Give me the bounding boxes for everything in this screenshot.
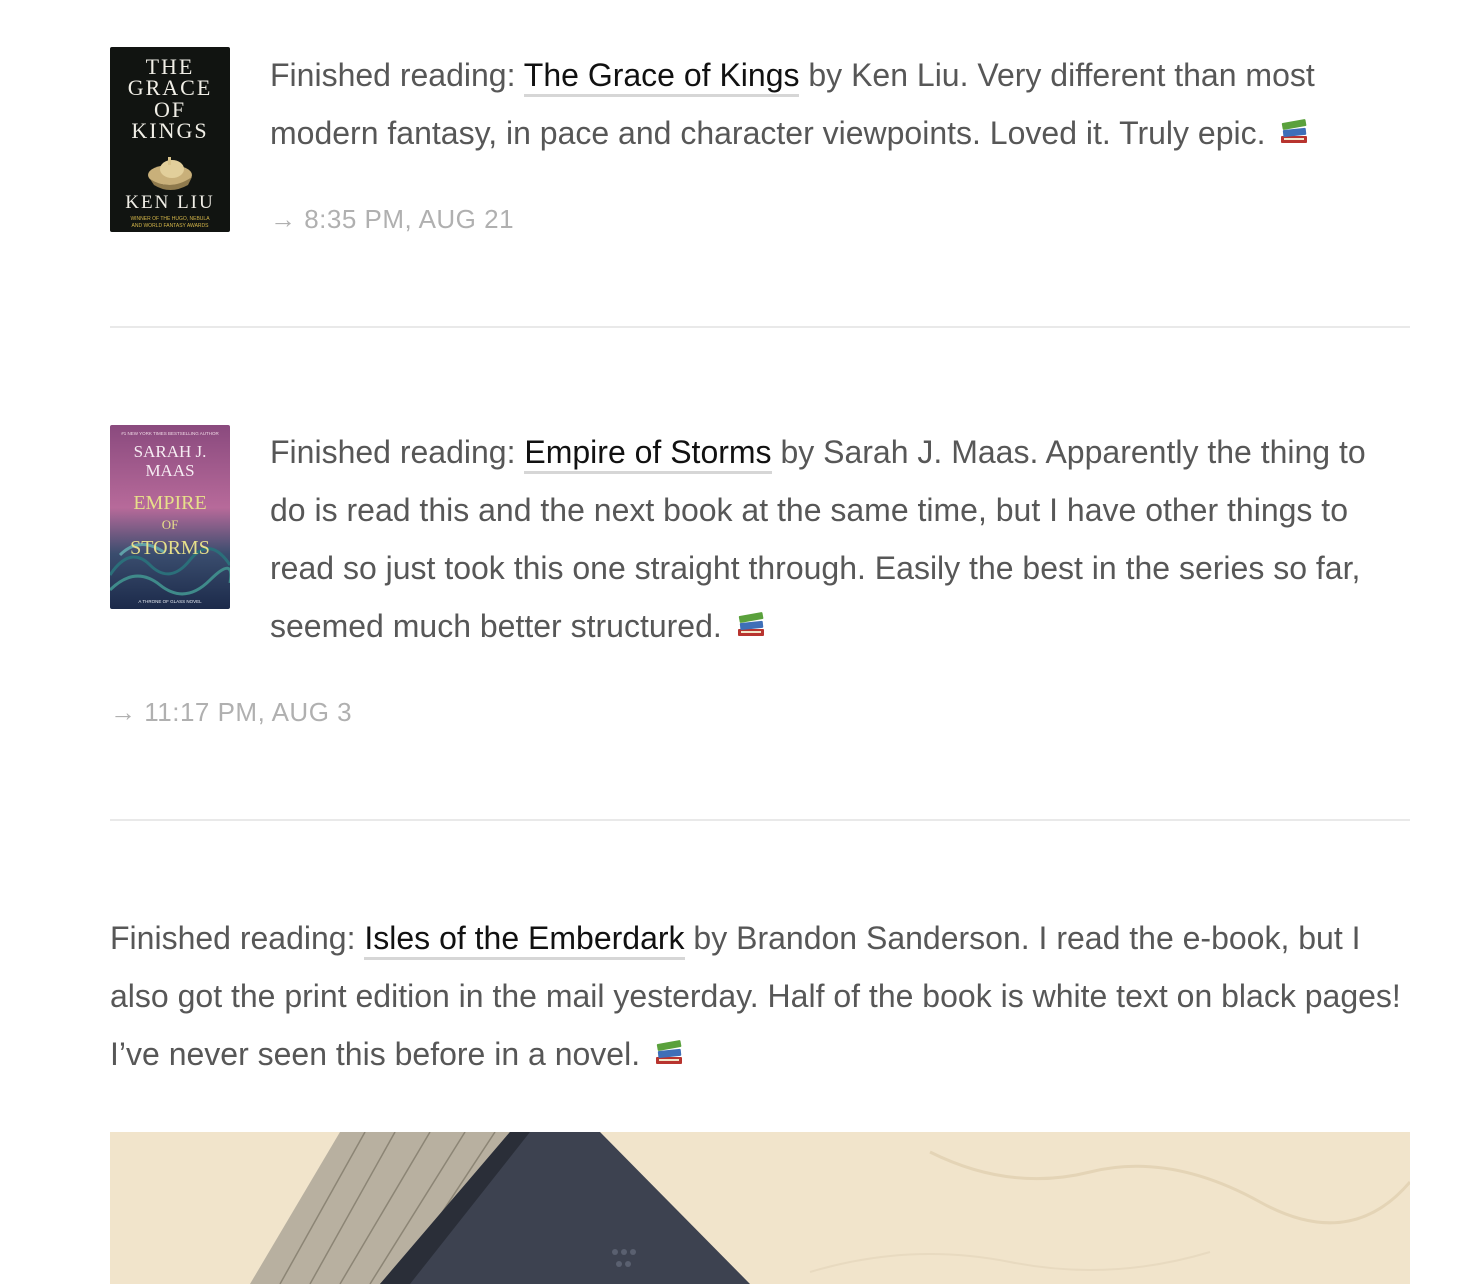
post-text: Finished reading: Isles of the Emberdark…	[110, 909, 1410, 1083]
post-timestamp-link[interactable]: → 8:35 PM, AUG 21	[270, 204, 514, 235]
cover-banner: #1 NEW YORK TIMES BESTSELLING AUTHOR	[121, 431, 219, 436]
post-prefix: Finished reading:	[270, 434, 516, 470]
book-cover-grace-of-kings[interactable]: THE GRACE OF KINGS KEN LIU WINNER OF THE…	[110, 47, 230, 232]
cover-author: KEN LIU	[125, 192, 214, 213]
cover-tagline: WINNER OF THE HUGO, NEBULA	[130, 216, 210, 222]
books-icon	[653, 1027, 685, 1064]
post-empire-of-storms: #1 NEW YORK TIMES BESTSELLING AUTHOR SAR…	[110, 327, 1410, 821]
post-prefix: Finished reading:	[270, 57, 516, 93]
books-icon	[1278, 106, 1310, 143]
book-title-link[interactable]: The Grace of Kings	[523, 57, 800, 97]
post-timestamp-link[interactable]: → 11:17 PM, AUG 3	[110, 697, 352, 728]
cover-author: MAAS	[145, 461, 194, 480]
post-text: Finished reading: Empire of Storms by Sa…	[270, 423, 1410, 655]
post-prefix: Finished reading:	[110, 920, 356, 956]
post-feed: THE GRACE OF KINGS KEN LIU WINNER OF THE…	[110, 0, 1410, 1284]
cover-title-line: OF	[162, 517, 179, 532]
cover-title-line: EMPIRE	[133, 492, 206, 514]
books-icon	[735, 599, 767, 636]
book-photo[interactable]	[110, 1132, 1410, 1284]
cover-title-line: KINGS	[131, 118, 208, 143]
post-grace-of-kings: THE GRACE OF KINGS KEN LIU WINNER OF THE…	[110, 0, 1410, 328]
book-cover-empire-of-storms[interactable]: #1 NEW YORK TIMES BESTSELLING AUTHOR SAR…	[110, 425, 230, 609]
book-title-link[interactable]: Empire of Storms	[524, 434, 772, 474]
cover-tagline: AND WORLD FANTASY AWARDS	[132, 223, 210, 229]
book-title-link[interactable]: Isles of the Emberdark	[364, 920, 685, 960]
post-text: Finished reading: The Grace of Kings by …	[270, 46, 1410, 162]
post-isles-of-the-emberdark: Finished reading: Isles of the Emberdark…	[110, 820, 1410, 1284]
cover-author: SARAH J.	[134, 442, 207, 461]
cover-title-line: STORMS	[130, 537, 210, 559]
cover-series: A THRONE OF GLASS NOVEL	[138, 599, 202, 604]
